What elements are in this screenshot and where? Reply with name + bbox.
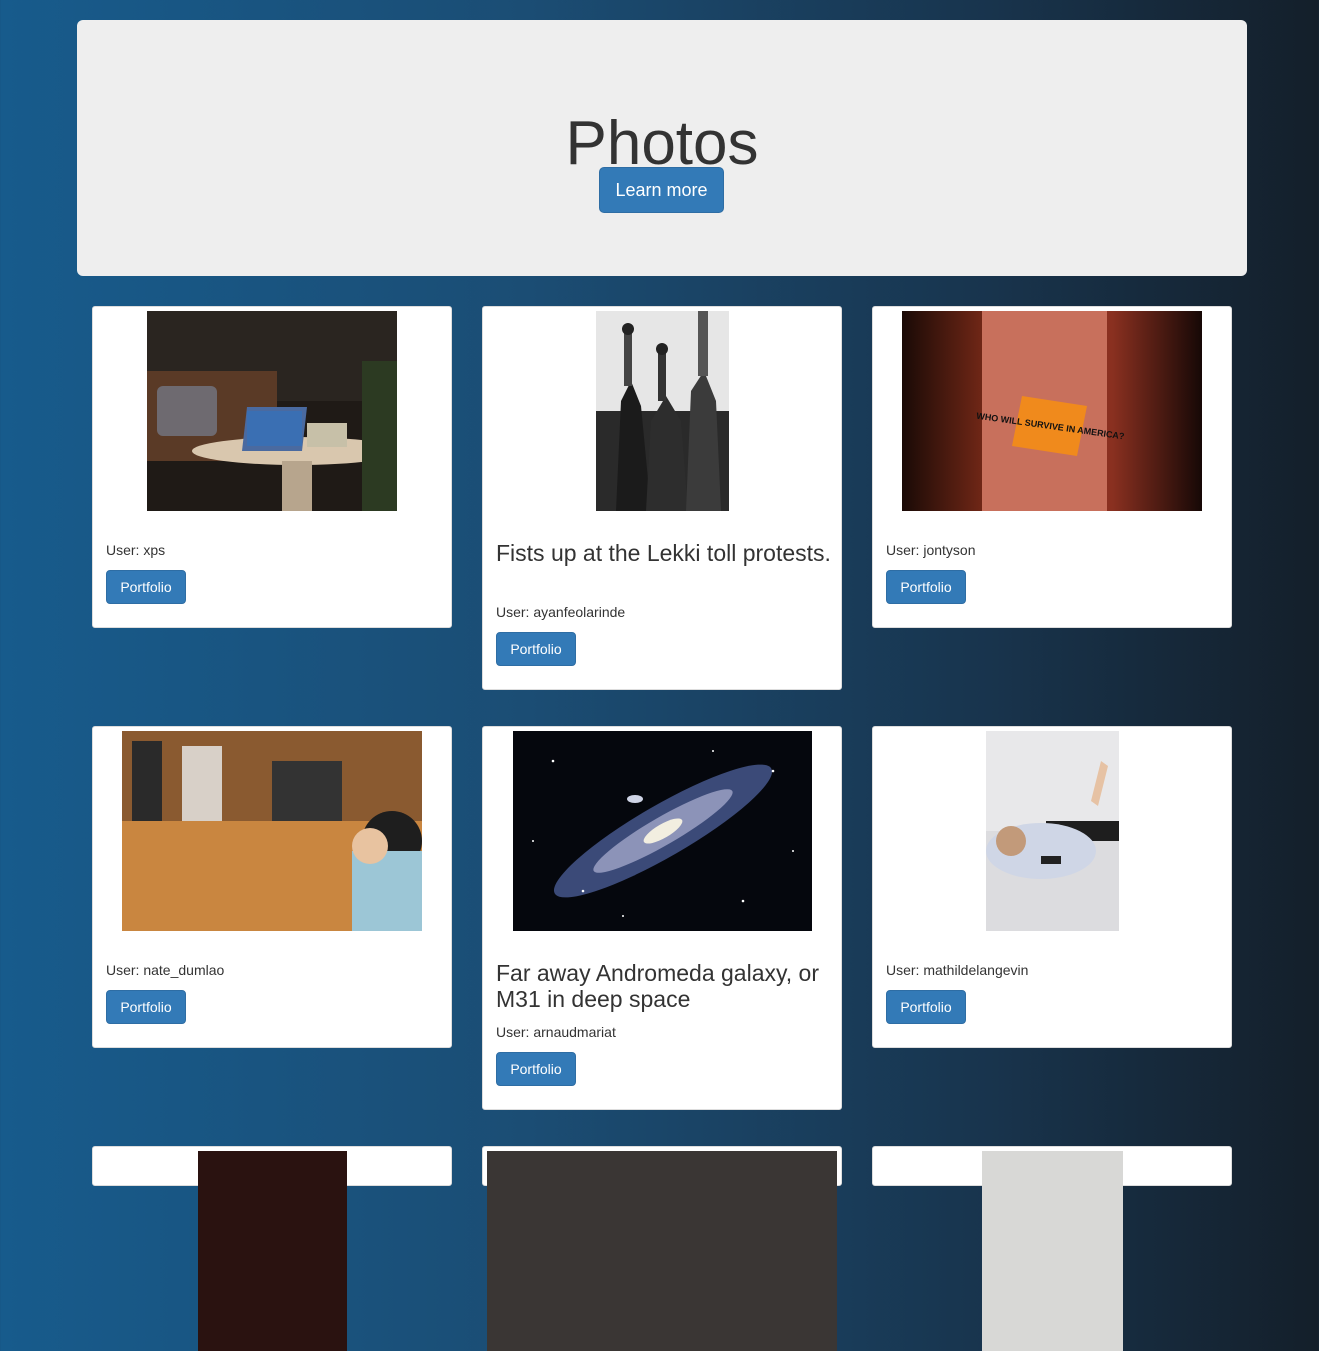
photo-title: Fists up at the Lekki toll protests.	[496, 540, 831, 566]
photo-thumbnail[interactable]	[197, 1151, 347, 1351]
photo-title: Far away Andromeda galaxy, or M31 in dee…	[496, 960, 820, 1012]
photo-card: User: nate_dumlao Portfolio	[92, 726, 452, 1048]
portfolio-button[interactable]: Portfolio	[496, 632, 576, 666]
portfolio-button[interactable]: Portfolio	[886, 570, 966, 604]
photo-thumbnail[interactable]	[512, 731, 812, 931]
photo-thumbnail[interactable]	[595, 311, 729, 511]
portfolio-button[interactable]: Portfolio	[886, 990, 966, 1024]
photo-thumbnail[interactable]	[487, 1151, 837, 1351]
photo-thumbnail[interactable]	[147, 311, 397, 511]
photo-thumbnail[interactable]: WHO WILL SURVIVE IN AMERICA?	[902, 311, 1202, 511]
portfolio-button[interactable]: Portfolio	[496, 1052, 576, 1086]
photo-thumbnail[interactable]	[985, 731, 1119, 931]
photo-card	[482, 1146, 842, 1351]
photo-card	[872, 1146, 1232, 1351]
photo-card	[92, 1146, 452, 1351]
photo-user: User: jontyson	[886, 542, 976, 558]
photo-card: User: xps Portfolio	[92, 306, 452, 628]
photo-user: User: nate_dumlao	[106, 962, 225, 978]
photo-user: User: mathildelangevin	[886, 962, 1029, 978]
photo-card: User: mathildelangevin Portfolio	[872, 726, 1232, 1048]
photo-thumbnail[interactable]	[981, 1151, 1123, 1351]
photo-user: User: ayanfeolarinde	[496, 604, 626, 620]
hero-jumbotron: Photos Learn more	[77, 20, 1247, 276]
photo-user: User: xps	[106, 542, 166, 558]
learn-more-button[interactable]: Learn more	[599, 167, 724, 213]
photo-card: Far away Andromeda galaxy, or M31 in dee…	[482, 726, 842, 1110]
photo-user: User: arnaudmariat	[496, 1024, 616, 1040]
photo-thumbnail[interactable]	[122, 731, 422, 931]
portfolio-button[interactable]: Portfolio	[106, 990, 186, 1024]
portfolio-button[interactable]: Portfolio	[106, 570, 186, 604]
photo-card: WHO WILL SURVIVE IN AMERICA? User: jonty…	[872, 306, 1232, 628]
photo-card: Fists up at the Lekki toll protests. Use…	[482, 306, 842, 690]
